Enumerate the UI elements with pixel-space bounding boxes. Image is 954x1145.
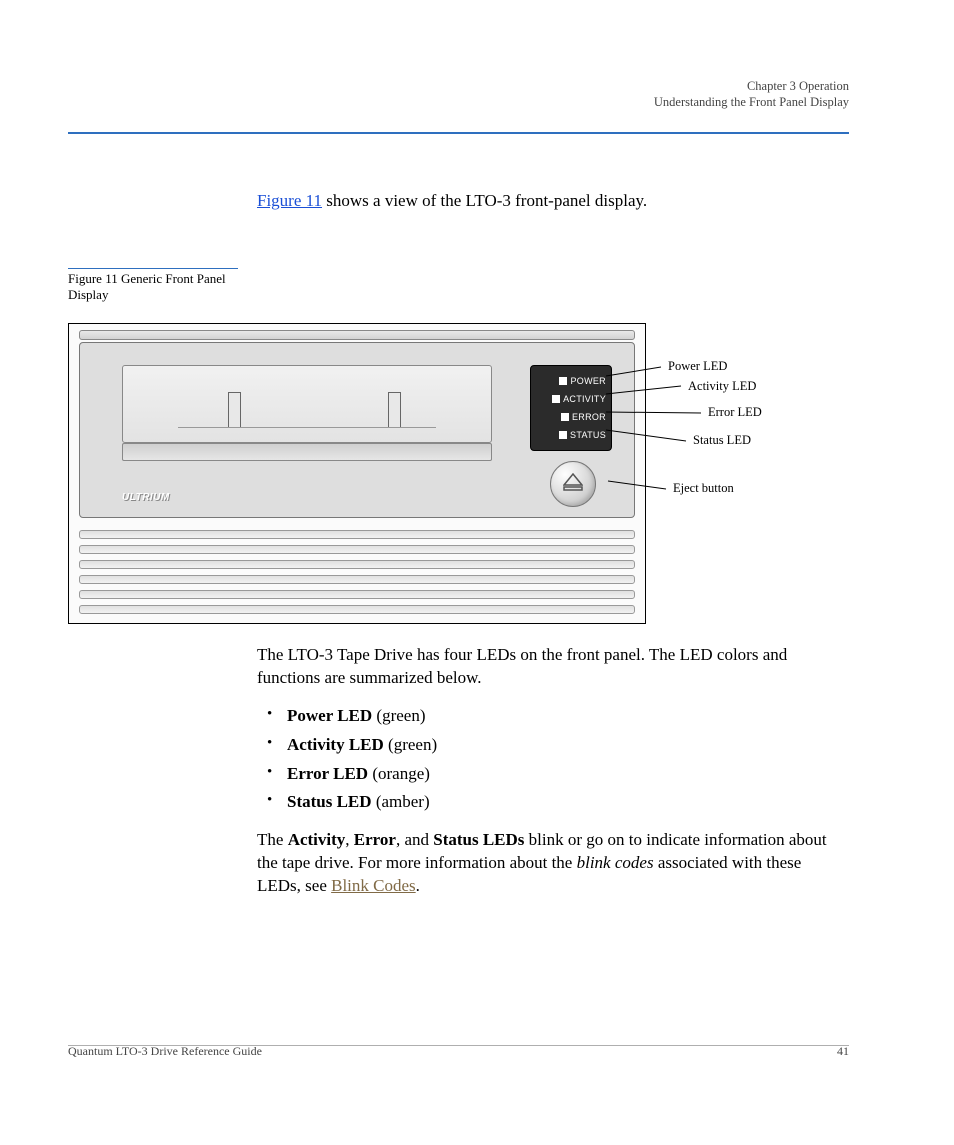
slot-peg-right xyxy=(388,392,401,428)
closing-t6: . xyxy=(416,876,420,895)
list-item: Error LED (orange) xyxy=(257,760,849,789)
cartridge-slot xyxy=(122,365,492,443)
intro-rest: shows a view of the LTO-3 front-panel di… xyxy=(322,191,647,210)
callout-label-eject: Eject button xyxy=(673,481,734,496)
blink-codes-link[interactable]: Blink Codes xyxy=(331,876,416,895)
closing-paragraph: The Activity, Error, and Status LEDs bli… xyxy=(257,829,849,898)
vent-slat xyxy=(79,545,635,554)
ultrium-logo: ULTRIUM xyxy=(122,492,170,503)
led-panel: POWER ACTIVITY ERROR STATUS xyxy=(530,365,612,451)
header-section: Understanding the Front Panel Display xyxy=(654,95,849,109)
figure-link[interactable]: Figure 11 xyxy=(257,191,322,210)
status-led-label: STATUS xyxy=(570,430,606,440)
bullet-color: (green) xyxy=(384,735,437,754)
after-figure-paragraph: The LTO-3 Tape Drive has four LEDs on th… xyxy=(257,644,849,690)
slot-peg-left xyxy=(228,392,241,428)
vent-slat xyxy=(79,530,635,539)
led-bullet-list: Power LED (green) Activity LED (green) E… xyxy=(257,702,849,818)
footer-left: Quantum LTO-3 Drive Reference Guide xyxy=(68,1044,262,1059)
figure-11: ULTRIUM POWER ACTIVITY ERROR xyxy=(68,323,849,624)
list-item: Activity LED (green) xyxy=(257,731,849,760)
activity-led-label: ACTIVITY xyxy=(563,394,606,404)
closing-statusleds: Status LEDs xyxy=(433,830,524,849)
vent-slat xyxy=(79,560,635,569)
slot-lip xyxy=(122,443,492,461)
header-rule xyxy=(68,132,849,134)
led-row-activity: ACTIVITY xyxy=(536,390,606,408)
callout-label-power: Power LED xyxy=(668,359,727,374)
figure-caption-side: Figure 11 Generic Front Panel Display xyxy=(68,268,238,302)
bullet-name: Activity LED xyxy=(287,735,384,754)
bullet-name: Power LED xyxy=(287,706,372,725)
closing-activity: Activity xyxy=(288,830,346,849)
slot-line xyxy=(178,427,436,428)
tape-drive-illustration: ULTRIUM POWER ACTIVITY ERROR xyxy=(68,323,646,624)
power-led-icon xyxy=(559,377,567,385)
intro-paragraph: Figure 11 shows a view of the LTO-3 fron… xyxy=(257,190,849,213)
bullet-name: Status LED xyxy=(287,792,372,811)
power-led-label: POWER xyxy=(570,376,606,386)
bullet-color: (amber) xyxy=(372,792,430,811)
bullet-color: (green) xyxy=(372,706,425,725)
drive-face: ULTRIUM POWER ACTIVITY ERROR xyxy=(79,342,635,518)
led-row-error: ERROR xyxy=(536,408,606,426)
footer-page-number: 41 xyxy=(837,1044,849,1059)
list-item: Power LED (green) xyxy=(257,702,849,731)
header-chapter: Chapter 3 Operation xyxy=(747,79,849,93)
closing-t3: , and xyxy=(396,830,433,849)
error-led-label: ERROR xyxy=(572,412,606,422)
led-row-power: POWER xyxy=(536,372,606,390)
page-header: Chapter 3 Operation Understanding the Fr… xyxy=(654,78,849,111)
closing-t2: , xyxy=(345,830,354,849)
vent-slat xyxy=(79,605,635,614)
callout-label-error: Error LED xyxy=(708,405,762,420)
drive-top-ridge xyxy=(79,330,635,340)
eject-icon xyxy=(563,473,583,491)
error-led-icon xyxy=(561,413,569,421)
vent-slat xyxy=(79,575,635,584)
list-item: Status LED (amber) xyxy=(257,788,849,817)
closing-t1: The xyxy=(257,830,288,849)
callout-label-activity: Activity LED xyxy=(688,379,756,394)
closing-blinkcodes-phrase: blink codes xyxy=(577,853,654,872)
bullet-color: (orange) xyxy=(368,764,430,783)
vent-slat xyxy=(79,590,635,599)
status-led-icon xyxy=(559,431,567,439)
callout-label-status: Status LED xyxy=(693,433,751,448)
vent-area xyxy=(79,530,635,613)
led-row-status: STATUS xyxy=(536,426,606,444)
bullet-name: Error LED xyxy=(287,764,368,783)
eject-button[interactable] xyxy=(550,461,596,507)
activity-led-icon xyxy=(552,395,560,403)
closing-error: Error xyxy=(354,830,396,849)
